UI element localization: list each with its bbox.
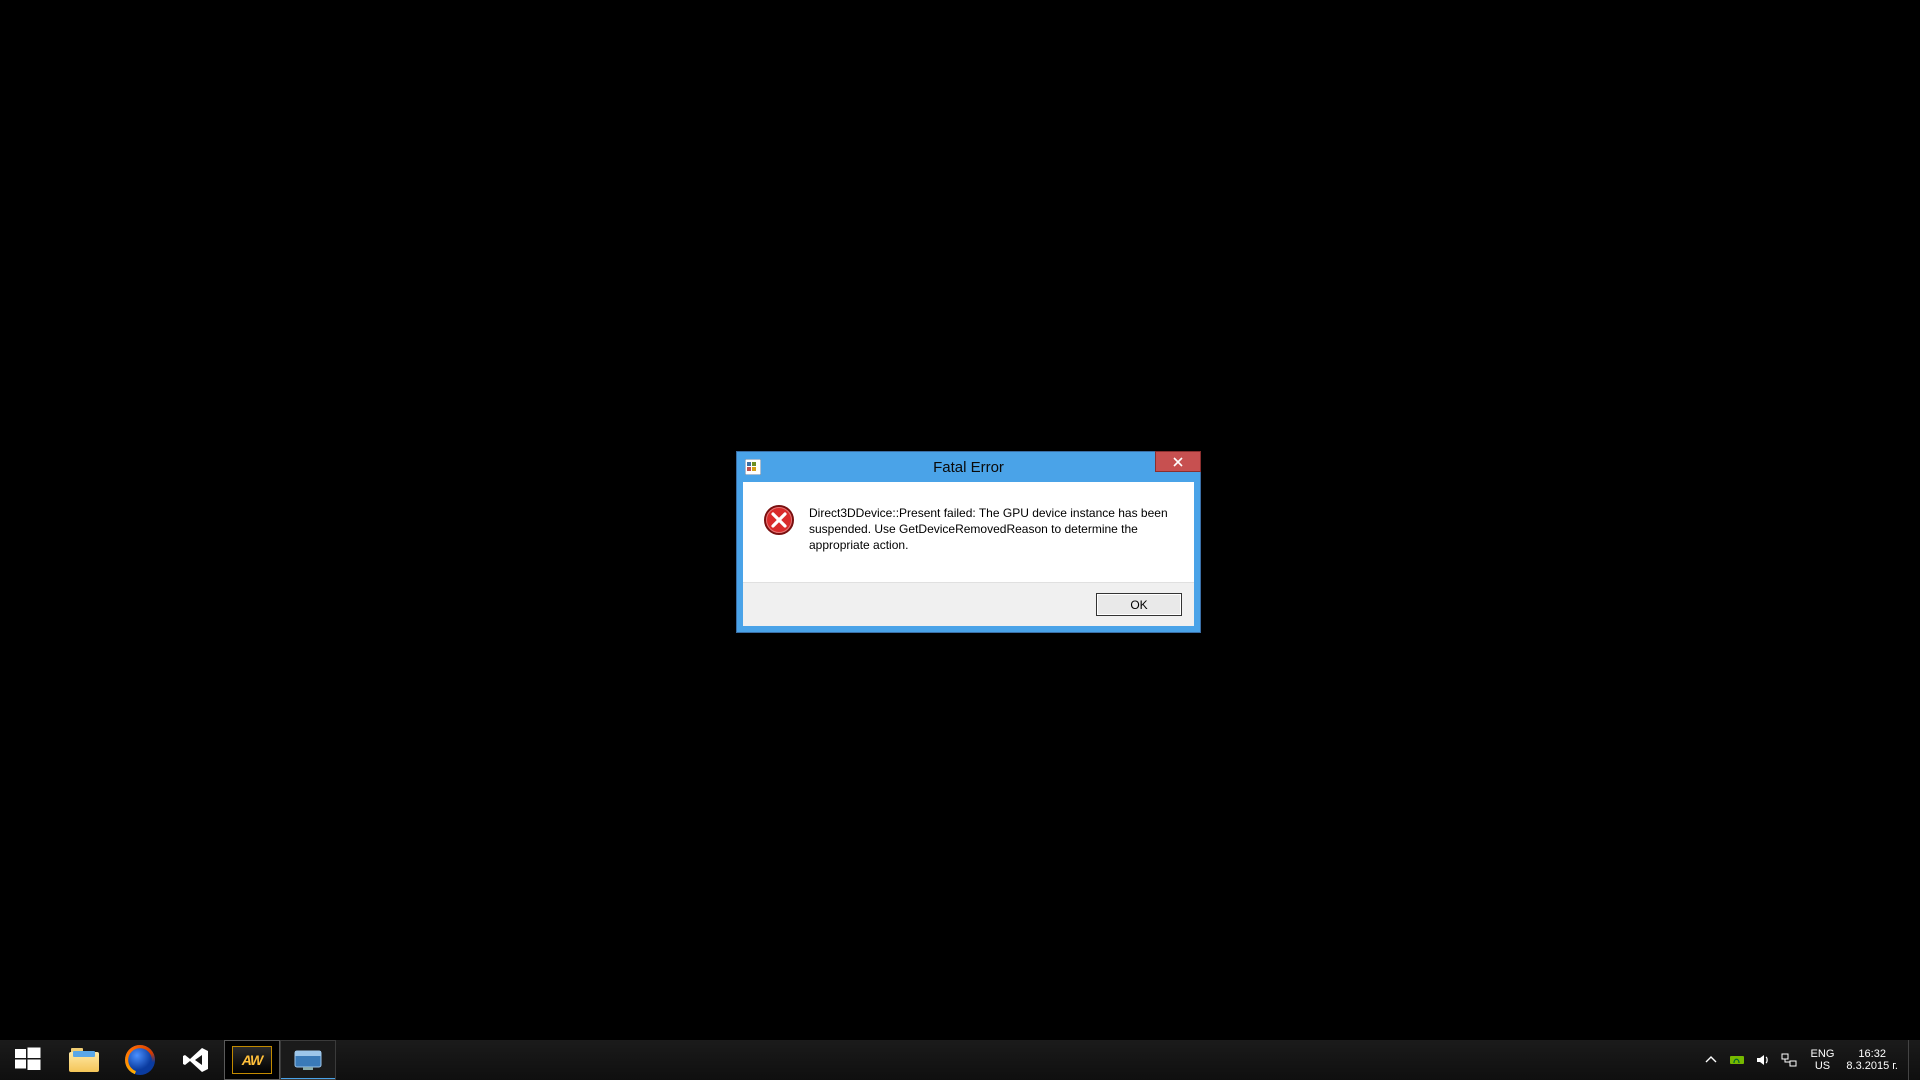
dialog-body: Direct3DDevice::Present failed: The GPU … <box>743 482 1194 582</box>
visual-studio-icon <box>181 1045 211 1075</box>
lang-secondary: US <box>1815 1060 1830 1072</box>
ok-button[interactable]: OK <box>1096 593 1182 616</box>
dialog-title: Fatal Error <box>743 459 1194 476</box>
taskbar: AW <box>0 1040 1920 1080</box>
dialog-message: Direct3DDevice::Present failed: The GPU … <box>809 504 1174 554</box>
clock-date: 8.3.2015 г. <box>1846 1060 1898 1072</box>
file-explorer-icon <box>69 1048 99 1072</box>
taskbar-app-aw[interactable]: AW <box>224 1040 280 1080</box>
show-desktop-button[interactable] <box>1908 1040 1916 1080</box>
taskbar-firefox[interactable] <box>112 1040 168 1080</box>
tray-clock[interactable]: 16:32 8.3.2015 г. <box>1840 1048 1908 1072</box>
generic-app-icon <box>293 1048 323 1072</box>
firefox-icon <box>125 1045 155 1075</box>
dialog-titlebar[interactable]: Fatal Error <box>743 452 1194 482</box>
taskbar-visual-studio[interactable] <box>168 1040 224 1080</box>
tray-network-icon[interactable] <box>1781 1052 1797 1068</box>
taskbar-app-other[interactable] <box>280 1040 336 1080</box>
close-button[interactable] <box>1155 451 1201 472</box>
lang-primary: ENG <box>1811 1048 1835 1060</box>
error-dialog: Fatal Error Direct3DDevice::Present fail… <box>736 451 1201 633</box>
taskbar-file-explorer[interactable] <box>56 1040 112 1080</box>
dialog-footer: OK <box>743 582 1194 626</box>
system-tray <box>1695 1052 1805 1068</box>
tray-language-indicator[interactable]: ENG US <box>1805 1048 1841 1072</box>
aw-app-icon: AW <box>232 1046 272 1074</box>
start-button[interactable] <box>0 1040 56 1080</box>
error-icon <box>763 504 795 536</box>
tray-show-hidden-icon[interactable] <box>1703 1052 1719 1068</box>
tray-nvidia-icon[interactable] <box>1729 1052 1745 1068</box>
tray-volume-icon[interactable] <box>1755 1052 1771 1068</box>
dialog-app-icon <box>745 459 761 475</box>
clock-time: 16:32 <box>1858 1048 1886 1060</box>
